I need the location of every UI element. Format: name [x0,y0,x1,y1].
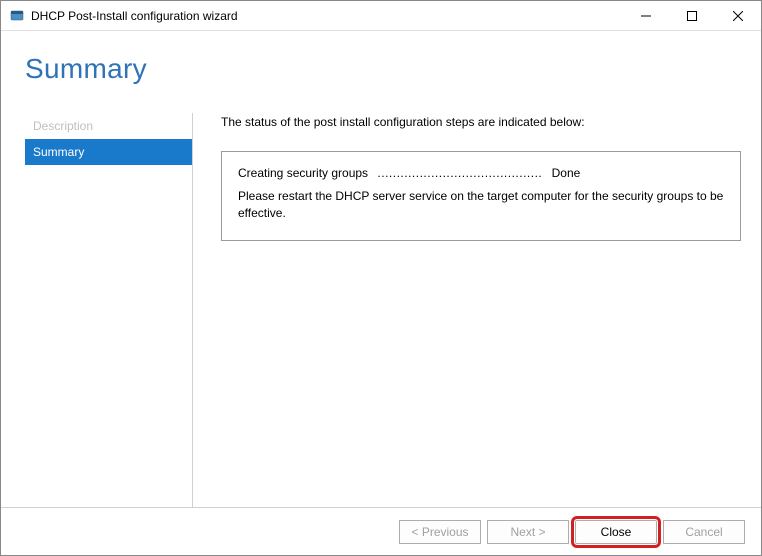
content-area: Summary Description Summary The status o… [1,31,761,507]
previous-button: < Previous [399,520,481,544]
status-box: Creating security groups ...............… [221,151,741,241]
minimize-button[interactable] [623,1,669,30]
intro-text: The status of the post install configura… [221,115,741,129]
sidebar-item-summary[interactable]: Summary [25,139,192,165]
next-button: Next > [487,520,569,544]
close-button[interactable] [715,1,761,30]
page-heading: Summary [25,53,741,85]
main-row: Description Summary The status of the po… [25,113,741,507]
instruction-text: Please restart the DHCP server service o… [238,188,724,222]
status-result: Done [552,166,581,180]
sidebar: Description Summary [25,113,193,507]
right-pane: The status of the post install configura… [193,113,741,507]
status-line: Creating security groups ...............… [238,166,724,180]
window-title: DHCP Post-Install configuration wizard [31,9,623,23]
close-action-button[interactable]: Close [575,520,657,544]
footer-bar: < Previous Next > Close Cancel [1,507,761,555]
sidebar-item-description: Description [25,113,192,139]
titlebar: DHCP Post-Install configuration wizard [1,1,761,31]
app-icon [9,8,25,24]
maximize-button[interactable] [669,1,715,30]
status-label: Creating security groups [238,166,368,180]
window-controls [623,1,761,30]
status-dots: ........................................… [377,166,542,180]
cancel-button: Cancel [663,520,745,544]
